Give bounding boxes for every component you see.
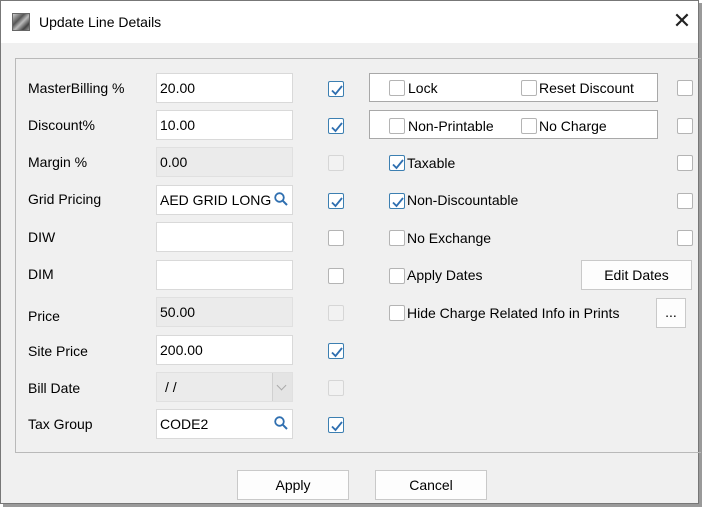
hide-charge-checkbox[interactable]: [389, 305, 405, 321]
non-printable-label[interactable]: Non-Printable: [408, 118, 494, 134]
cancel-button[interactable]: Cancel: [375, 470, 487, 500]
ellipsis-button[interactable]: ...: [656, 298, 686, 328]
edit-dates-button[interactable]: Edit Dates: [581, 260, 692, 290]
discount-checkbox[interactable]: [328, 118, 344, 134]
taxable-row-checkbox[interactable]: [677, 155, 693, 171]
window-title: Update Line Details: [39, 14, 162, 30]
label-discount: Discount%: [28, 117, 95, 133]
non-discountable-label[interactable]: Non-Discountable: [407, 192, 518, 208]
search-icon[interactable]: [273, 191, 289, 207]
no-exchange-checkbox[interactable]: [389, 230, 405, 246]
taxable-checkbox[interactable]: [389, 155, 405, 171]
grid-pricing-checkbox[interactable]: [328, 193, 344, 209]
label-dim: DIM: [28, 266, 54, 282]
margin-checkbox: [328, 155, 344, 171]
label-grid-pricing: Grid Pricing: [28, 191, 102, 207]
price-input: 50.00: [156, 297, 293, 327]
chevron-down-icon: [276, 380, 287, 391]
no-exchange-label[interactable]: No Exchange: [407, 230, 491, 246]
date-dropdown-button: [272, 373, 292, 401]
taxable-label[interactable]: Taxable: [407, 155, 455, 171]
bill-date-value: / /: [165, 379, 177, 395]
label-bill-date: Bill Date: [28, 380, 81, 396]
label-site-price: Site Price: [28, 343, 88, 359]
details-panel: MasterBilling % Discount% Margin % Grid …: [15, 58, 701, 453]
diw-checkbox[interactable]: [328, 230, 344, 246]
label-tax-group: Tax Group: [28, 416, 93, 432]
app-icon: [12, 13, 30, 31]
no-charge-label[interactable]: No Charge: [539, 118, 607, 134]
label-diw: DIW: [28, 229, 56, 245]
tax-group-value: CODE2: [160, 416, 209, 432]
search-icon[interactable]: [273, 415, 289, 431]
grid-pricing-input[interactable]: AED GRID LONG: [156, 185, 293, 215]
no-exchange-row-checkbox[interactable]: [677, 230, 693, 246]
apply-dates-label[interactable]: Apply Dates: [407, 267, 482, 283]
lock-row-checkbox[interactable]: [677, 80, 693, 96]
dialog-window: Update Line Details ✕ MasterBilling % Di…: [0, 0, 701, 504]
close-icon[interactable]: ✕: [665, 7, 699, 37]
lock-checkbox[interactable]: [389, 80, 405, 96]
grid-pricing-value: AED GRID LONG: [160, 192, 272, 208]
label-price: Price: [28, 308, 60, 324]
dim-input[interactable]: [156, 260, 293, 290]
dim-checkbox[interactable]: [328, 268, 344, 284]
label-margin: Margin %: [28, 154, 88, 170]
non-discountable-row-checkbox[interactable]: [677, 193, 693, 209]
apply-dates-checkbox[interactable]: [389, 268, 405, 284]
title-bar: Update Line Details ✕: [1, 1, 698, 43]
print-charge-group: Non-Printable No Charge: [369, 110, 658, 139]
masterbilling-checkbox[interactable]: [328, 81, 344, 97]
apply-button[interactable]: Apply: [237, 470, 349, 500]
discount-input[interactable]: 10.00: [156, 110, 293, 140]
non-printable-checkbox[interactable]: [389, 118, 405, 134]
no-charge-checkbox[interactable]: [521, 118, 537, 134]
site-price-input[interactable]: 200.00: [156, 335, 293, 365]
margin-input: 0.00: [156, 147, 293, 177]
price-checkbox: [328, 305, 344, 321]
hide-charge-label[interactable]: Hide Charge Related Info in Prints: [407, 305, 619, 321]
site-price-checkbox[interactable]: [328, 343, 344, 359]
label-masterbilling: MasterBilling %: [28, 80, 125, 96]
tax-group-checkbox[interactable]: [328, 417, 344, 433]
bill-date-input: / /: [156, 372, 293, 402]
reset-discount-checkbox[interactable]: [521, 80, 537, 96]
tax-group-input[interactable]: CODE2: [156, 409, 293, 439]
lock-label[interactable]: Lock: [408, 80, 438, 96]
diw-input[interactable]: [156, 222, 293, 252]
non-discountable-checkbox[interactable]: [389, 193, 405, 209]
reset-discount-label[interactable]: Reset Discount: [539, 80, 634, 96]
lock-group: Lock Reset Discount: [369, 73, 658, 102]
masterbilling-input[interactable]: 20.00: [156, 73, 293, 103]
print-row-checkbox[interactable]: [677, 118, 693, 134]
bill-date-checkbox: [328, 380, 344, 396]
